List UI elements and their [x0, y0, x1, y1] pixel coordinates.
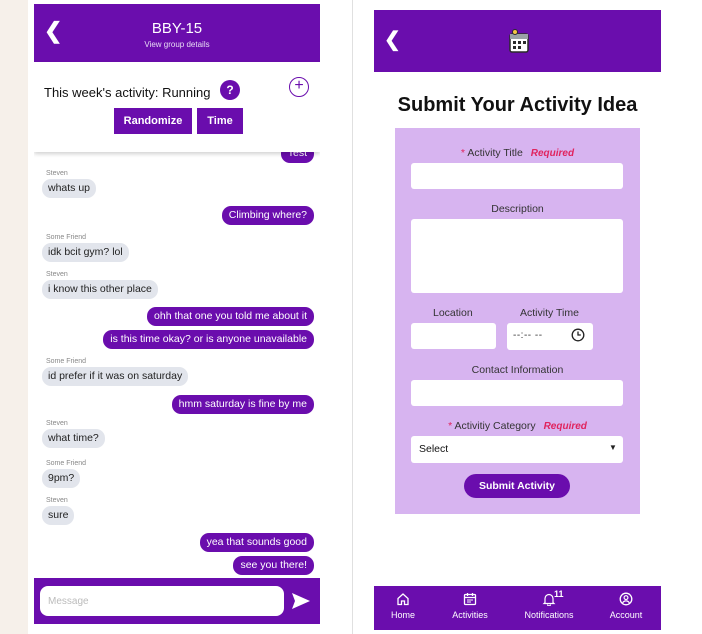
category-select-value: Select: [419, 443, 449, 455]
location-input[interactable]: [411, 323, 496, 349]
outgoing-message: yea that sounds good: [199, 533, 314, 552]
chevron-down-icon: ▼: [609, 443, 617, 452]
weekly-activity-text: This week's activity: Running: [44, 85, 211, 100]
message-list: Test Steven whats up Climbing where? Som…: [34, 144, 320, 578]
message-sender: Steven: [46, 271, 68, 278]
bottom-navigation: Home Activities 11 Notifications Account: [374, 586, 661, 630]
view-group-details-link[interactable]: View group details: [34, 40, 320, 49]
message-composer: [34, 578, 320, 624]
required-indicator: Required: [543, 421, 587, 432]
message-row: Some Friend id prefer if it was on satur…: [34, 357, 320, 386]
background-strip: [0, 0, 28, 634]
incoming-message: what time?: [42, 429, 105, 448]
back-arrow-icon[interactable]: ❮: [384, 30, 401, 50]
message-row: Some Friend 9pm?: [34, 459, 320, 488]
activity-form: * Activity Title Required Description Lo…: [395, 128, 640, 514]
nav-item-activities[interactable]: Activities: [438, 592, 502, 620]
required-indicator: Required: [530, 148, 575, 159]
chat-header: ❮ BBY-15 View group details: [34, 4, 320, 62]
message-sender: Steven: [46, 170, 68, 177]
message-sender: Some Friend: [46, 234, 87, 241]
form-title: Submit Your Activity Idea: [397, 94, 638, 116]
weekly-activity-panel: This week's activity: Running ? + Random…: [34, 62, 320, 152]
outgoing-message: is this time okay? or is anyone unavaila…: [103, 330, 314, 349]
message-sender: Some Friend: [46, 460, 87, 467]
notification-count-badge: 11: [554, 589, 564, 599]
incoming-message: whats up: [42, 179, 97, 198]
message-sender: Steven: [46, 497, 68, 504]
incoming-message: i know this other place: [42, 280, 158, 299]
submit-header: ❮: [374, 10, 661, 72]
contact-label: Contact Information: [471, 364, 564, 376]
submit-activity-screen: ❮ Submit Your Activity Idea * Activity T…: [374, 10, 661, 630]
nav-item-account[interactable]: Account: [594, 592, 658, 620]
nav-label-account: Account: [609, 610, 643, 620]
message-row: is this time okay? or is anyone unavaila…: [34, 330, 320, 350]
category-label: * Activitiy Category Required: [395, 420, 640, 432]
calendar-icon: [463, 593, 477, 606]
nav-item-notifications[interactable]: 11 Notifications: [517, 589, 581, 620]
message-row: Climbing where?: [34, 206, 320, 226]
outgoing-message: ohh that one you told me about it: [147, 307, 314, 326]
nav-label-activities: Activities: [452, 610, 488, 620]
incoming-message: idk bcit gym? lol: [42, 243, 129, 262]
randomize-button[interactable]: Randomize: [114, 108, 192, 134]
submit-activity-button[interactable]: Submit Activity: [464, 474, 570, 498]
activity-time-input[interactable]: --:-- --: [507, 323, 593, 350]
add-activity-icon[interactable]: +: [289, 77, 309, 97]
outgoing-message: see you there!: [233, 556, 314, 575]
activity-title-label: * Activity Title Required: [395, 147, 640, 159]
message-row: Steven what time?: [34, 419, 320, 448]
incoming-message: sure: [42, 506, 75, 525]
clock-icon[interactable]: [571, 328, 585, 342]
nav-label-notifications: Notifications: [524, 610, 574, 620]
required-asterisk: *: [460, 147, 466, 159]
app-logo-icon: [509, 29, 529, 53]
message-row: Some Friend idk bcit gym? lol: [34, 233, 320, 262]
message-row: Steven whats up: [34, 169, 320, 198]
message-row: yea that sounds good: [34, 533, 320, 553]
message-row: hmm saturday is fine by me: [34, 395, 320, 415]
message-sender: Some Friend: [46, 358, 87, 365]
screen-divider: [352, 0, 353, 634]
category-select[interactable]: Select ▼: [411, 436, 623, 463]
time-button[interactable]: Time: [197, 108, 243, 134]
location-label: Location: [433, 307, 473, 319]
help-icon[interactable]: ?: [220, 80, 240, 100]
send-icon[interactable]: [290, 590, 312, 612]
message-row: ohh that one you told me about it: [34, 307, 320, 327]
account-icon: [619, 592, 633, 606]
activity-title-input[interactable]: [411, 163, 623, 189]
category-label-text: Activitiy Category: [454, 420, 536, 432]
group-chat-screen: ❮ BBY-15 View group details This week's …: [34, 4, 320, 624]
description-input[interactable]: [411, 219, 623, 293]
time-input-value: --:-- --: [513, 330, 543, 341]
outgoing-message: hmm saturday is fine by me: [171, 395, 314, 414]
message-input[interactable]: [40, 586, 284, 616]
home-icon: [397, 593, 409, 606]
group-name: BBY-15: [151, 20, 203, 37]
required-asterisk: *: [448, 420, 453, 432]
message-sender: Steven: [46, 420, 68, 427]
outgoing-message: Climbing where?: [221, 206, 314, 225]
message-row: see you there!: [34, 556, 320, 576]
incoming-message: 9pm?: [42, 469, 81, 488]
incoming-message: id prefer if it was on saturday: [42, 367, 189, 386]
nav-item-home[interactable]: Home: [371, 592, 435, 620]
contact-input[interactable]: [411, 380, 623, 406]
nav-label-home: Home: [390, 610, 415, 620]
message-row: Steven sure: [34, 496, 320, 525]
description-label: Description: [491, 203, 544, 215]
activity-time-label: Activity Time: [520, 307, 579, 319]
message-row: Steven i know this other place: [34, 270, 320, 299]
activity-title-label-text: Activity Title: [467, 147, 523, 159]
